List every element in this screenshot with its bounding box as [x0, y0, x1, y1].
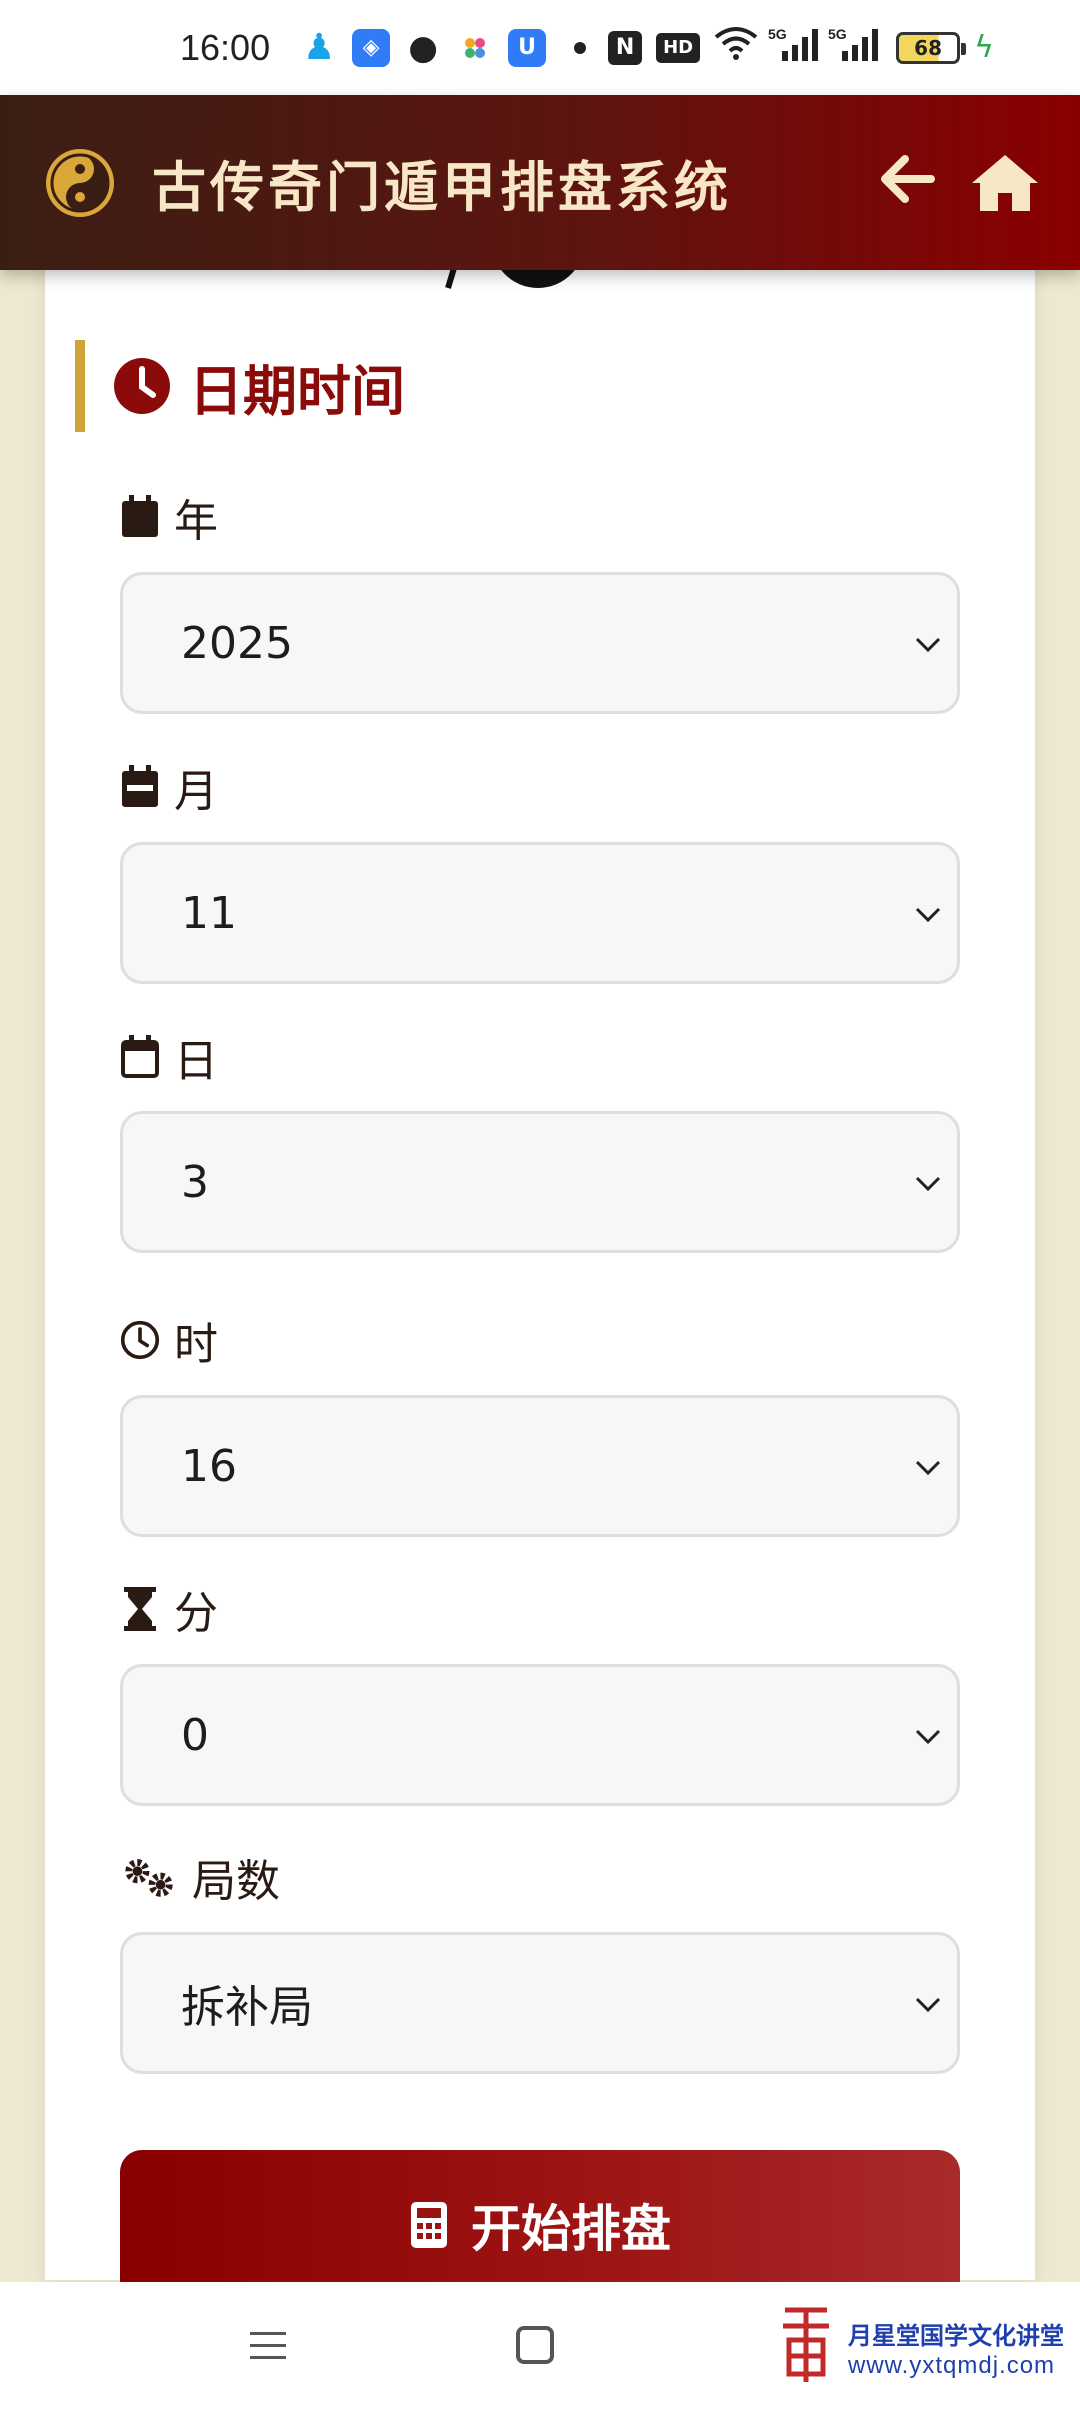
minute-label-text: 分 — [174, 1588, 218, 1639]
month-label-text: 月 — [174, 766, 218, 817]
nfc-icon: N — [608, 30, 643, 65]
hd-icon: HD — [656, 32, 701, 63]
year-label-text: 年 — [174, 496, 218, 547]
home-square-icon[interactable] — [516, 2326, 554, 2364]
clock-outline-icon — [120, 1320, 160, 1360]
calendar-outline-icon — [121, 1035, 159, 1078]
ju-select[interactable]: 拆补局 — [120, 1932, 960, 2074]
notification-dot-icon — [574, 41, 587, 54]
status-time: 16:00 — [180, 26, 271, 68]
qq-icon: ♟ — [302, 27, 336, 68]
day-select[interactable]: 3 — [120, 1111, 960, 1253]
hour-select[interactable]: 16 — [120, 1395, 960, 1537]
shield-icon: ◈ — [352, 28, 391, 67]
section-title: 日期时间 — [189, 359, 405, 423]
home-icon[interactable] — [970, 151, 1040, 215]
month-select-value: 11 — [181, 887, 237, 939]
day-select-value: 3 — [181, 1156, 209, 1208]
section-date-time: 日期时间 — [75, 340, 405, 432]
hour-select-value: 16 — [181, 1440, 237, 1492]
status-bar: 16:00 ♟ ◈ ● U N HD 5G 5G 68 ϟ — [0, 0, 1080, 95]
ju-select-value: 拆补局 — [181, 1982, 313, 2033]
chevron-down-icon — [915, 1176, 941, 1192]
yin-yang-icon — [46, 148, 114, 217]
charging-icon: ϟ — [974, 30, 994, 65]
month-label: 月 — [120, 755, 218, 819]
svg-text:5G: 5G — [828, 26, 847, 42]
calendar-icon — [122, 495, 158, 537]
battery-icon: 68 — [896, 31, 967, 64]
day-label: 日 — [120, 1025, 218, 1089]
minute-select[interactable]: 0 — [120, 1664, 960, 1806]
chevron-down-icon — [915, 907, 941, 923]
watermark-logo-icon — [783, 2307, 829, 2382]
calendar-week-icon — [122, 765, 158, 807]
chevron-down-icon — [915, 1460, 941, 1476]
ju-label-text: 局数 — [192, 1856, 280, 1907]
app-header: 古传奇门遁甲排盘系统 — [0, 95, 1080, 270]
signal-5g-icon: 5G — [828, 25, 879, 70]
hour-label: 时 — [120, 1308, 218, 1372]
minute-select-value: 0 — [181, 1709, 209, 1761]
watermark-url: www.yxtqmdj.com — [848, 2352, 1056, 2379]
back-arrow-icon[interactable] — [875, 147, 939, 211]
minute-label: 分 — [120, 1577, 218, 1641]
chevron-down-icon — [915, 1997, 941, 2013]
watermark-name: 月星堂国学文化讲堂 — [848, 2321, 1064, 2350]
clock-icon — [114, 358, 170, 414]
hourglass-icon — [124, 1587, 156, 1631]
chevron-down-icon — [915, 637, 941, 653]
month-select[interactable]: 11 — [120, 842, 960, 984]
signal-5g-icon: 5G — [768, 25, 819, 70]
hour-label-text: 时 — [174, 1319, 218, 1370]
start-paipan-button[interactable]: 开始排盘 — [120, 2150, 960, 2300]
start-button-label: 开始排盘 — [471, 2200, 671, 2258]
day-label-text: 日 — [174, 1036, 218, 1087]
year-select-value: 2025 — [181, 617, 293, 669]
flower-app-icon — [456, 29, 494, 67]
chevron-down-icon — [915, 1729, 941, 1745]
menu-icon[interactable] — [248, 2326, 288, 2366]
year-select[interactable]: 2025 — [120, 572, 960, 714]
system-nav-bar: 月星堂国学文化讲堂 www.yxtqmdj.com — [0, 2282, 1080, 2412]
ju-label: 局数 — [120, 1845, 280, 1909]
calculator-icon — [411, 2202, 447, 2248]
svg-text:5G: 5G — [768, 26, 787, 42]
wifi-icon — [714, 25, 758, 70]
app-title: 古传奇门遁甲排盘系统 — [152, 156, 732, 219]
gears-icon — [125, 1859, 173, 1897]
year-label: 年 — [120, 485, 218, 549]
u-app-icon: U — [508, 28, 547, 67]
wechat-icon: ● — [408, 27, 438, 68]
